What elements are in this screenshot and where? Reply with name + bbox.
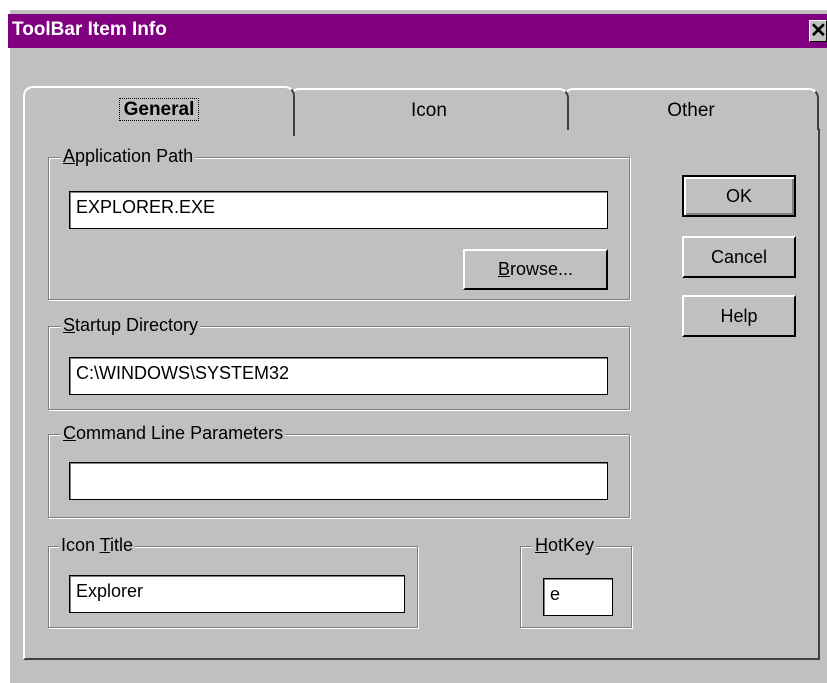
- close-icon[interactable]: ✕: [809, 20, 827, 42]
- tab-other[interactable]: Other: [563, 88, 819, 130]
- startup-directory-label: Startup Directory: [61, 315, 201, 336]
- icon-title-input[interactable]: Explorer: [69, 575, 405, 613]
- tab-general[interactable]: General: [23, 86, 295, 136]
- tab-icon[interactable]: Icon: [289, 88, 569, 130]
- window-title: ToolBar Item Info: [12, 19, 167, 40]
- application-path-label: Application Path: [61, 146, 196, 167]
- help-button[interactable]: Help: [682, 295, 796, 337]
- icon-title-label: Icon Title: [59, 535, 136, 556]
- ok-button[interactable]: OK: [682, 175, 796, 217]
- startup-directory-input[interactable]: C:\WINDOWS\SYSTEM32: [69, 357, 608, 395]
- hotkey-label: HotKey: [533, 535, 597, 556]
- hotkey-input[interactable]: e: [543, 578, 613, 616]
- command-line-input[interactable]: [69, 462, 608, 500]
- cancel-button[interactable]: Cancel: [682, 236, 796, 278]
- tab-general-label: General: [118, 98, 200, 121]
- browse-button[interactable]: Browse...: [463, 249, 608, 290]
- command-line-label: Command Line Parameters: [61, 423, 286, 444]
- application-path-input[interactable]: EXPLORER.EXE: [69, 191, 608, 229]
